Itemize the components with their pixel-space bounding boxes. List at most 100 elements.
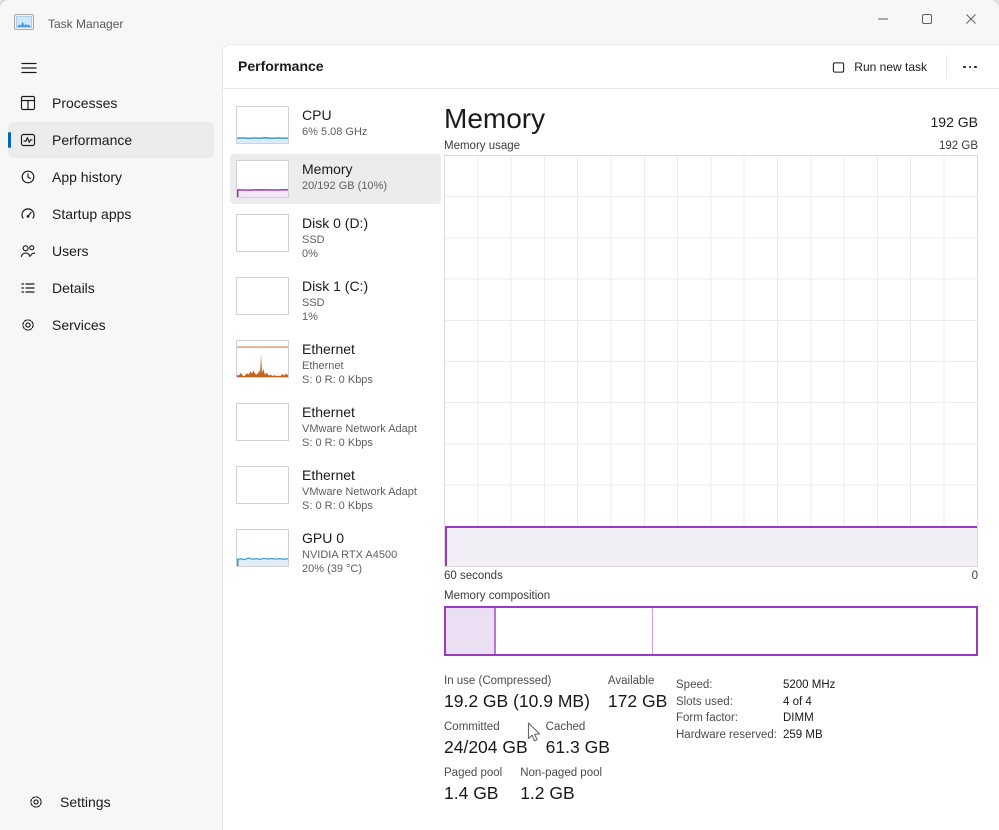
perf-item-title: Ethernet	[302, 466, 417, 485]
startup-apps-icon	[20, 206, 36, 222]
memory-composition-label: Memory composition	[444, 590, 978, 602]
perf-item-title: Memory	[302, 160, 387, 179]
perf-item-title: Disk 0 (D:)	[302, 214, 368, 233]
sidebar-item-users[interactable]: Users	[8, 233, 214, 269]
services-icon	[20, 317, 36, 333]
cpu-sparkline	[236, 106, 289, 144]
more-options-button[interactable]	[951, 52, 989, 82]
stat-available: Available 172 GB	[608, 675, 667, 712]
gpu0-sparkline	[236, 529, 289, 567]
selection-accent-bar	[8, 132, 11, 148]
navigation-menu-button[interactable]	[12, 54, 46, 82]
perf-item-stat: 1%	[302, 310, 368, 324]
sidebar-item-performance[interactable]: Performance	[8, 122, 214, 158]
perf-item-disk1[interactable]: Disk 1 (C:) SSD 1%	[230, 271, 441, 330]
page-title: Performance	[238, 58, 324, 74]
chart-x-axis: 60 seconds 0	[444, 570, 978, 582]
run-new-task-icon	[832, 61, 845, 74]
memory-stats-left: In use (Compressed) 19.2 GB (10.9 MB) Av…	[444, 675, 676, 813]
app-history-icon	[20, 169, 36, 185]
perf-item-stat: S: 0 R: 0 Kbps	[302, 373, 373, 387]
maximize-button[interactable]	[905, 4, 949, 34]
perf-item-ethernet2[interactable]: Ethernet VMware Network Adapt S: 0 R: 0 …	[230, 397, 441, 456]
task-manager-window: Task Manager Processes	[0, 0, 999, 830]
run-new-task-button[interactable]: Run new task	[822, 52, 937, 82]
perf-item-ethernet3[interactable]: Ethernet VMware Network Adapt S: 0 R: 0 …	[230, 460, 441, 519]
app-title: Task Manager	[48, 17, 123, 31]
stat-in-use: In use (Compressed) 19.2 GB (10.9 MB)	[444, 675, 590, 712]
perf-item-title: Ethernet	[302, 340, 373, 359]
perf-item-cpu[interactable]: CPU 6% 5.08 GHz	[230, 100, 441, 150]
sidebar-item-app-history[interactable]: App history	[8, 159, 214, 195]
perf-item-stat: S: 0 R: 0 Kbps	[302, 436, 417, 450]
memory-usage-label: Memory usage	[444, 140, 520, 152]
titlebar: Task Manager	[0, 0, 999, 44]
perf-item-disk0[interactable]: Disk 0 (D:) SSD 0%	[230, 208, 441, 267]
composition-segment-in-use	[446, 608, 496, 654]
sidebar-item-label: Startup apps	[52, 206, 131, 222]
memory-stats: In use (Compressed) 19.2 GB (10.9 MB) Av…	[444, 675, 978, 813]
memory-scale-max: 192 GB	[939, 140, 978, 152]
memory-usage-area	[445, 526, 977, 566]
perf-item-stat: SSD	[302, 296, 368, 310]
mouse-cursor	[527, 722, 542, 744]
performance-list: CPU 6% 5.08 GHz Memory 20/192	[223, 90, 444, 830]
perf-item-stat: 20% (39 °C)	[302, 562, 397, 576]
performance-body: CPU 6% 5.08 GHz Memory 20/192	[223, 90, 999, 830]
run-new-task-label: Run new task	[854, 60, 927, 74]
perf-item-subtitle: VMware Network Adapt	[302, 485, 417, 499]
ethernet1-sparkline	[236, 340, 289, 378]
disk0-sparkline	[236, 214, 289, 252]
sidebar: Processes Performance App history Startu…	[0, 44, 222, 830]
sidebar-item-label: App history	[52, 169, 122, 185]
memory-detail-pane: Memory 192 GB Memory usage 192 GB 60 sec…	[444, 90, 999, 830]
ethernet2-sparkline	[236, 403, 289, 441]
stat-paged-pool: Paged pool 1.4 GB	[444, 767, 502, 804]
memory-sparkline	[236, 160, 289, 198]
memory-composition-bar[interactable]	[444, 606, 978, 656]
sidebar-item-services[interactable]: Services	[8, 307, 214, 343]
detail-row-slots: Slots used: 4 of 4	[676, 694, 835, 711]
perf-item-memory[interactable]: Memory 20/192 GB (10%)	[230, 154, 441, 204]
perf-item-stat: SSD	[302, 233, 368, 247]
close-button[interactable]	[949, 4, 993, 34]
main-panel: Performance Run new task	[222, 44, 999, 830]
perf-item-title: CPU	[302, 106, 367, 125]
gear-icon	[28, 794, 44, 810]
hamburger-icon	[21, 60, 37, 76]
perf-item-stat: 0%	[302, 247, 368, 261]
sidebar-item-startup-apps[interactable]: Startup apps	[8, 196, 214, 232]
stat-nonpaged-pool: Non-paged pool 1.2 GB	[520, 767, 602, 804]
perf-item-stat: 20/192 GB (10%)	[302, 179, 387, 193]
stat-cached: Cached 61.3 GB	[546, 721, 610, 758]
perf-item-gpu0[interactable]: GPU 0 NVIDIA RTX A4500 20% (39 °C)	[230, 523, 441, 582]
minimize-button[interactable]	[861, 4, 905, 34]
stat-committed: Committed 24/204 GB	[444, 721, 528, 758]
sidebar-item-settings[interactable]: Settings	[16, 784, 206, 820]
perf-item-title: Ethernet	[302, 403, 417, 422]
sidebar-item-processes[interactable]: Processes	[8, 85, 214, 121]
disk1-sparkline	[236, 277, 289, 315]
sidebar-item-label: Processes	[52, 95, 117, 111]
ethernet3-sparkline	[236, 466, 289, 504]
detail-row-speed: Speed: 5200 MHz	[676, 677, 835, 694]
memory-hardware-details: Speed: 5200 MHz Slots used: 4 of 4 Form …	[676, 675, 835, 813]
x-axis-right-label: 0	[972, 570, 978, 582]
sidebar-item-label: Details	[52, 280, 95, 296]
x-axis-left-label: 60 seconds	[444, 570, 503, 582]
sidebar-nav: Processes Performance App history Startu…	[0, 85, 222, 344]
details-icon	[20, 280, 36, 296]
perf-item-ethernet1[interactable]: Ethernet Ethernet S: 0 R: 0 Kbps	[230, 334, 441, 393]
performance-icon	[20, 132, 36, 148]
app-logo-icon	[14, 14, 34, 30]
perf-item-stat: 6% 5.08 GHz	[302, 125, 367, 139]
detail-row-hardware-reserved: Hardware reserved: 259 MB	[676, 727, 835, 744]
perf-item-subtitle: Ethernet	[302, 359, 373, 373]
composition-segment-standby	[496, 608, 652, 654]
sidebar-item-label: Services	[52, 317, 106, 333]
window-controls	[861, 4, 993, 34]
sidebar-item-details[interactable]: Details	[8, 270, 214, 306]
sidebar-item-label: Users	[52, 243, 89, 259]
memory-title: Memory	[444, 103, 545, 135]
sidebar-item-label: Settings	[60, 794, 111, 810]
